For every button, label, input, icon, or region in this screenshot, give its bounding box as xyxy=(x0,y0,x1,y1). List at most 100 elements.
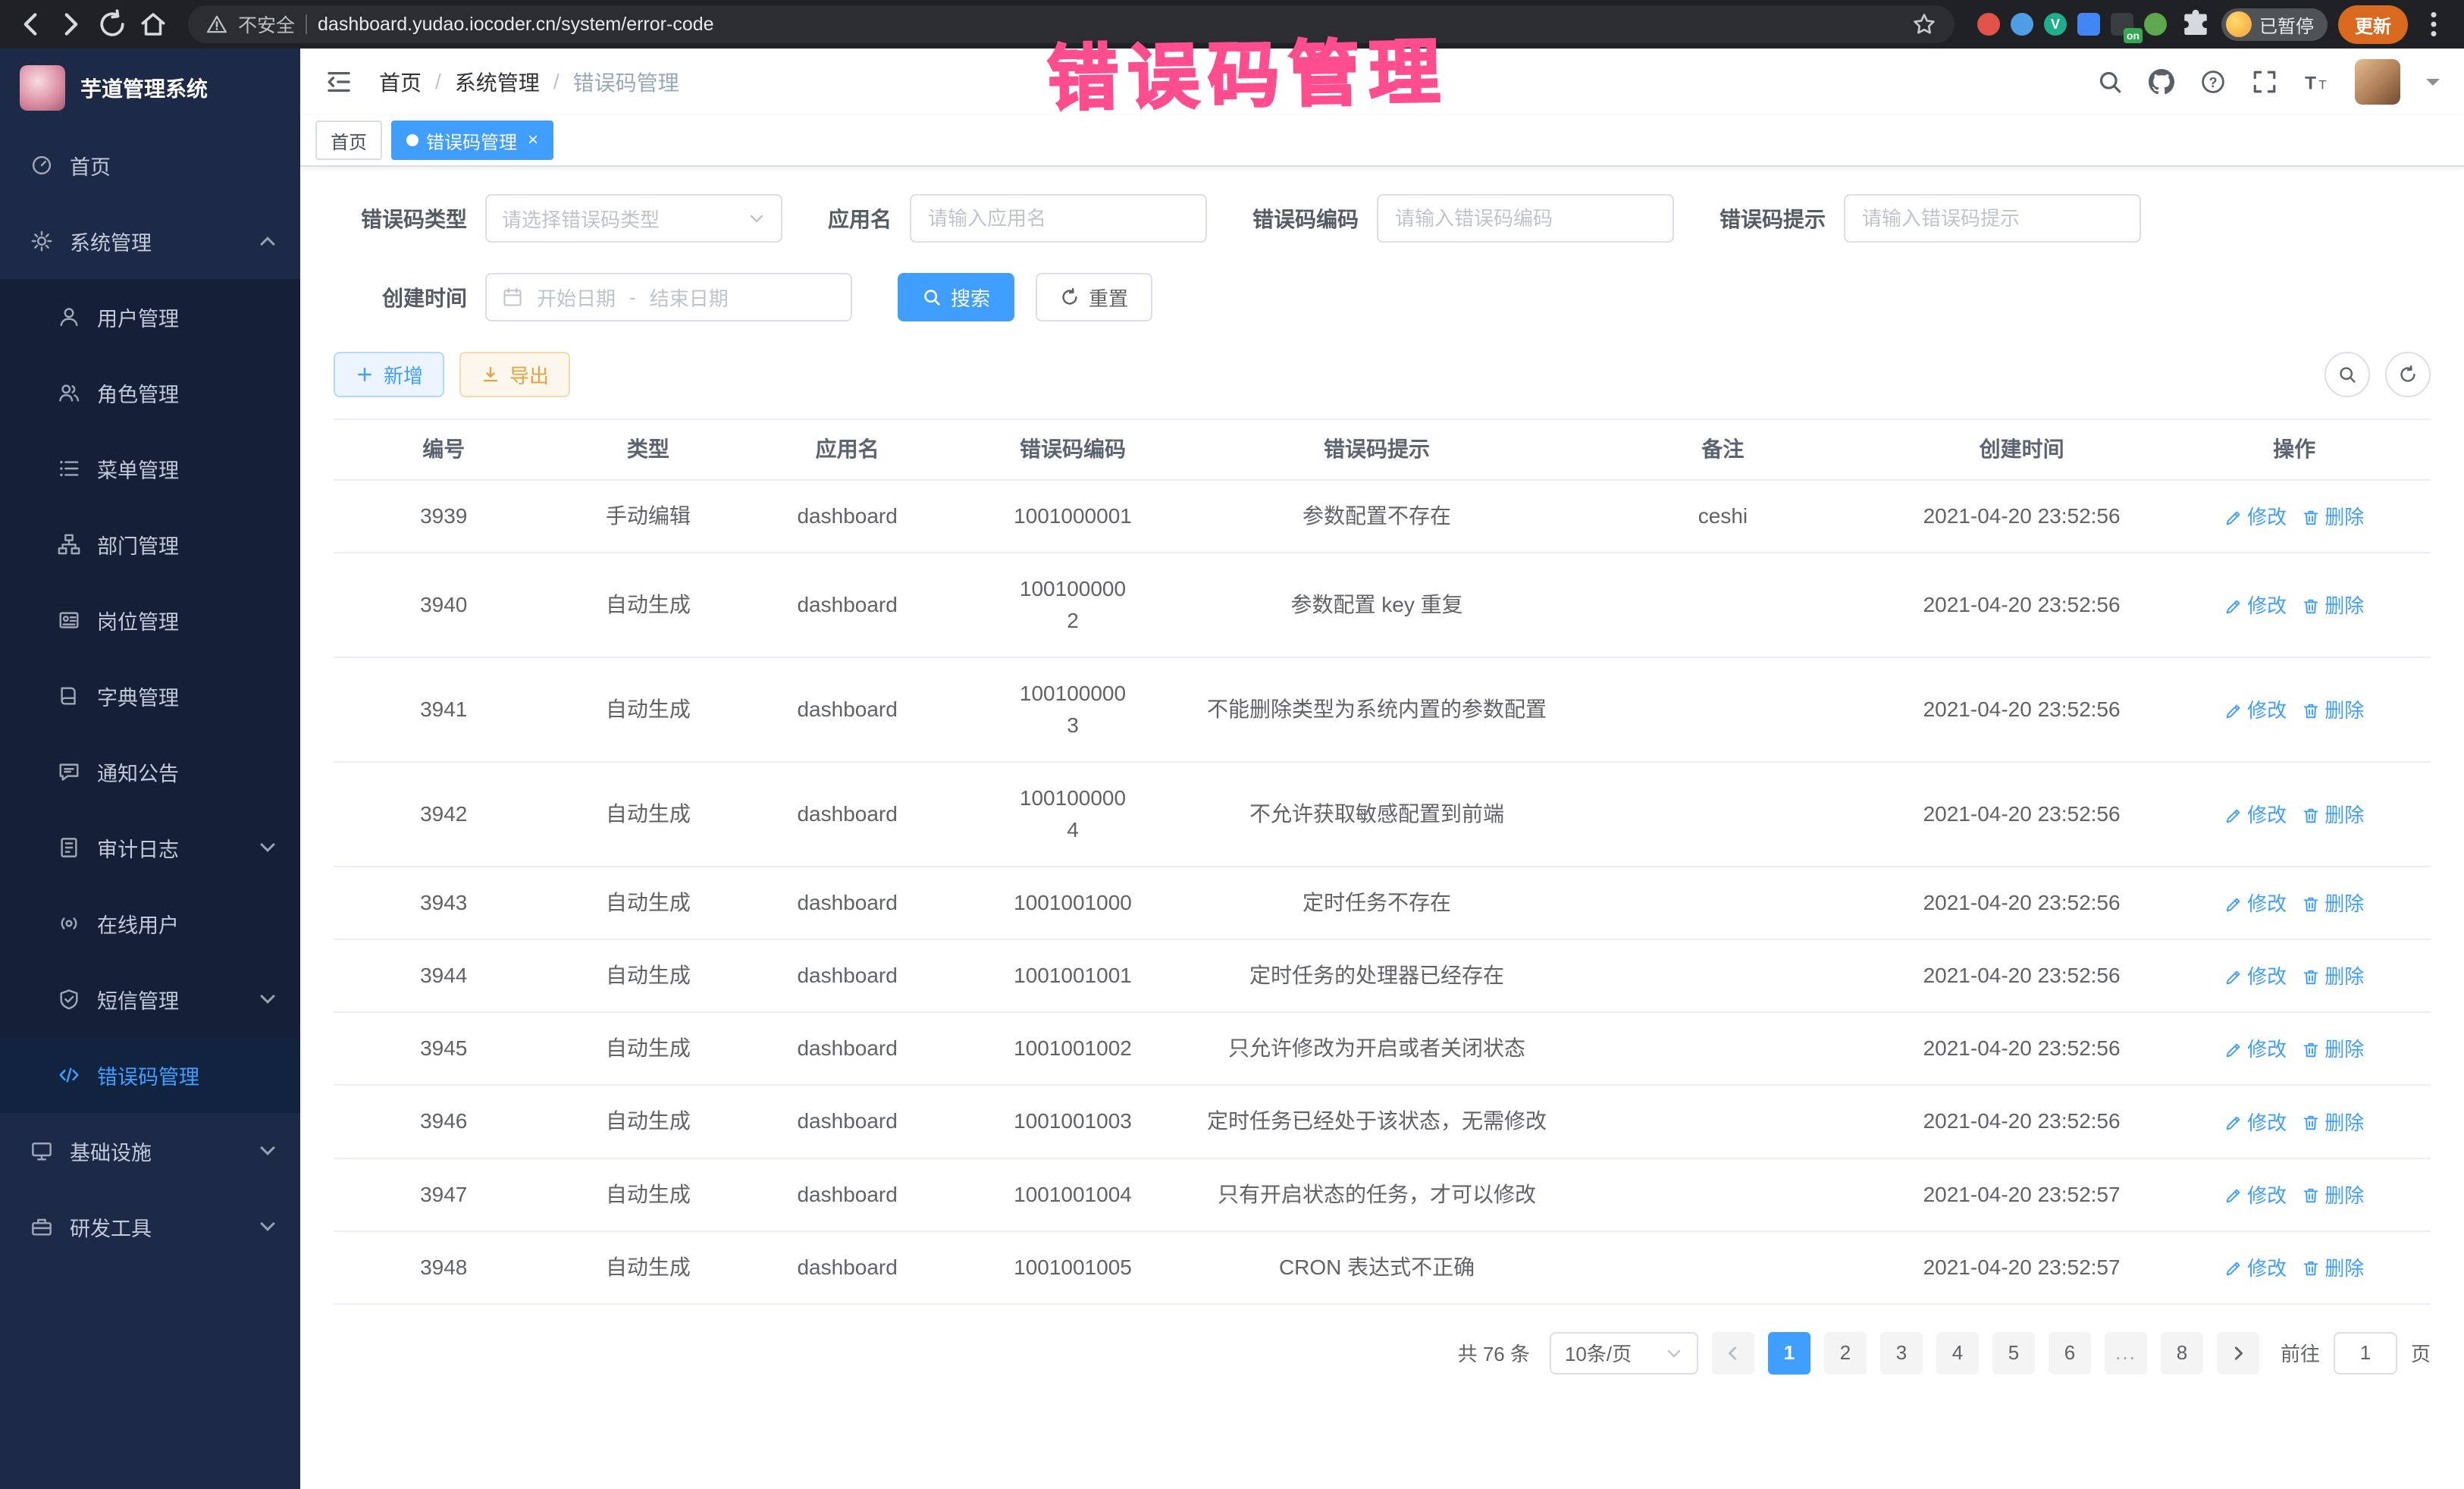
refresh-icon xyxy=(2398,365,2418,384)
sidebar-item-menu[interactable]: 菜单管理 xyxy=(0,431,300,506)
delete-link[interactable]: 删除 xyxy=(2302,1035,2364,1064)
sidebar-item-audit-log[interactable]: 审计日志 xyxy=(0,810,300,886)
page-button-5[interactable]: 5 xyxy=(1992,1332,2035,1375)
edit-link[interactable]: 修改 xyxy=(2224,889,2287,919)
delete-link[interactable]: 删除 xyxy=(2302,801,2364,830)
chevron-down-icon[interactable] xyxy=(2426,79,2440,92)
sidebar-item-infra[interactable]: 基础设施 xyxy=(0,1113,300,1189)
total-count: 共 76 条 xyxy=(1458,1339,1530,1367)
cell-type: 自动生成 xyxy=(553,1231,742,1304)
delete-link[interactable]: 删除 xyxy=(2302,1254,2364,1284)
extension-grid-icon[interactable] xyxy=(2077,13,2100,36)
browser-menu-icon[interactable] xyxy=(2419,9,2449,39)
sidebar-item-role[interactable]: 角色管理 xyxy=(0,355,300,431)
edit-link[interactable]: 修改 xyxy=(2224,1108,2287,1138)
page-size-select[interactable]: 10条/页 xyxy=(1550,1332,1698,1375)
close-icon[interactable]: × xyxy=(528,130,538,151)
edit-icon xyxy=(2224,702,2243,720)
error-code-input[interactable] xyxy=(1377,194,1674,243)
sidebar-item-home[interactable]: 首页 xyxy=(0,127,300,203)
app-name-input[interactable] xyxy=(910,194,1207,243)
delete-link[interactable]: 删除 xyxy=(2302,591,2364,621)
page-button-3[interactable]: 3 xyxy=(1880,1332,1923,1375)
export-button[interactable]: 导出 xyxy=(459,352,570,397)
browser-back-button[interactable] xyxy=(15,9,45,39)
page-button-1[interactable]: 1 xyxy=(1768,1332,1810,1375)
sidebar-item-devtools[interactable]: 研发工具 xyxy=(0,1189,300,1265)
extension-red-icon[interactable] xyxy=(1977,13,2000,36)
more-pages-button[interactable]: ... xyxy=(2105,1332,2147,1375)
extension-green-icon[interactable] xyxy=(2144,13,2167,36)
browser-forward-button[interactable] xyxy=(56,9,86,39)
browser-home-button[interactable] xyxy=(138,9,168,39)
tag-error-code[interactable]: 错误码管理× xyxy=(391,121,553,160)
reset-button[interactable]: 重置 xyxy=(1036,273,1152,321)
date-range-picker[interactable]: 开始日期 - 结束日期 xyxy=(485,273,852,321)
delete-icon xyxy=(2302,1259,2320,1277)
delete-link[interactable]: 删除 xyxy=(2302,962,2364,992)
edit-link[interactable]: 修改 xyxy=(2224,503,2287,532)
bookmark-star-icon[interactable] xyxy=(1912,12,1936,36)
address-bar[interactable]: 不安全 dashboard.yudao.iocoder.cn/system/er… xyxy=(188,5,1955,43)
sidebar-item-notice[interactable]: 通知公告 xyxy=(0,734,300,810)
goto-page-input[interactable] xyxy=(2334,1332,2397,1375)
error-type-select[interactable]: 请选择错误码类型 xyxy=(485,194,782,243)
edit-link[interactable]: 修改 xyxy=(2224,696,2287,726)
extension-v-icon[interactable]: V xyxy=(2044,13,2067,36)
tag-home[interactable]: 首页 xyxy=(315,121,382,160)
browser-profile-chip[interactable]: 已暂停 xyxy=(2221,8,2328,41)
github-icon[interactable] xyxy=(2149,69,2174,95)
breadcrumb-system[interactable]: 系统管理 xyxy=(455,67,540,97)
extension-dark-icon[interactable]: on xyxy=(2111,13,2133,36)
sidebar-toggle-icon[interactable] xyxy=(324,67,353,96)
edit-link[interactable]: 修改 xyxy=(2224,1254,2287,1284)
cell-remark xyxy=(1560,1231,1886,1304)
start-date-placeholder: 开始日期 xyxy=(537,284,616,312)
sidebar-item-system[interactable]: 系统管理 xyxy=(0,203,300,279)
breadcrumb-separator: / xyxy=(435,70,441,94)
help-icon[interactable]: ? xyxy=(2200,69,2226,95)
delete-link[interactable]: 删除 xyxy=(2302,889,2364,919)
sidebar-item-post[interactable]: 岗位管理 xyxy=(0,582,300,658)
sidebar-item-dict[interactable]: 字典管理 xyxy=(0,658,300,734)
browser-reload-button[interactable] xyxy=(97,9,127,39)
delete-link[interactable]: 删除 xyxy=(2302,1108,2364,1138)
fullscreen-icon[interactable] xyxy=(2252,69,2277,95)
font-size-icon[interactable]: TT xyxy=(2303,69,2329,95)
edit-link[interactable]: 修改 xyxy=(2224,801,2287,830)
delete-link[interactable]: 删除 xyxy=(2302,503,2364,532)
search-button[interactable]: 搜索 xyxy=(898,273,1014,321)
page-button-8[interactable]: 8 xyxy=(2161,1332,2203,1375)
sidebar-item-error-code[interactable]: 错误码管理 xyxy=(0,1037,300,1113)
edit-link[interactable]: 修改 xyxy=(2224,1035,2287,1064)
puzzle-icon[interactable] xyxy=(2180,9,2211,39)
edit-link[interactable]: 修改 xyxy=(2224,1181,2287,1211)
sidebar-item-sms[interactable]: 短信管理 xyxy=(0,961,300,1037)
page-button-6[interactable]: 6 xyxy=(2049,1332,2091,1375)
breadcrumb-home[interactable]: 首页 xyxy=(379,67,422,97)
sidebar-item-dept[interactable]: 部门管理 xyxy=(0,506,300,582)
refresh-table-button[interactable] xyxy=(2385,352,2431,397)
edit-link[interactable]: 修改 xyxy=(2224,962,2287,992)
user-avatar[interactable] xyxy=(2355,59,2400,105)
sidebar-item-online-user[interactable]: 在线用户 xyxy=(0,886,300,961)
sidebar: 芋道管理系统 首页系统管理用户管理角色管理菜单管理部门管理岗位管理字典管理通知公… xyxy=(0,49,300,1489)
extension-blue-icon[interactable] xyxy=(2011,13,2033,36)
error-hint-input[interactable] xyxy=(1844,194,2141,243)
page-button-4[interactable]: 4 xyxy=(1936,1332,1979,1375)
toggle-search-button[interactable] xyxy=(2324,352,2370,397)
next-page-button[interactable] xyxy=(2217,1332,2259,1375)
cell-remark xyxy=(1560,939,1886,1012)
cell-type: 自动生成 xyxy=(553,1085,742,1158)
page-button-2[interactable]: 2 xyxy=(1824,1332,1867,1375)
table-row: 3945自动生成dashboard1001001002只允许修改为开启或者关闭状… xyxy=(334,1012,2431,1085)
logo[interactable]: 芋道管理系统 xyxy=(0,49,300,127)
delete-link[interactable]: 删除 xyxy=(2302,1181,2364,1211)
delete-link[interactable]: 删除 xyxy=(2302,696,2364,726)
search-icon[interactable] xyxy=(2097,69,2123,95)
sidebar-item-user[interactable]: 用户管理 xyxy=(0,279,300,355)
prev-page-button[interactable] xyxy=(1712,1332,1754,1375)
edit-link[interactable]: 修改 xyxy=(2224,591,2287,621)
add-button[interactable]: 新增 xyxy=(334,352,444,397)
browser-update-button[interactable]: 更新 xyxy=(2338,5,2408,44)
